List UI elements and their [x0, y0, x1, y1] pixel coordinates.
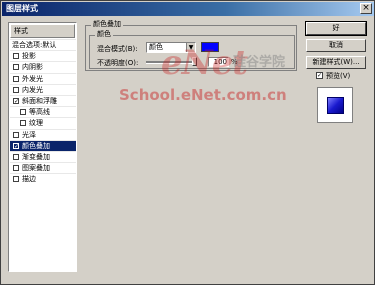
- style-list-item[interactable]: 图案叠加: [10, 162, 76, 173]
- style-list: 样式 混合选项:默认 投影内阴影外发光 内发光 ✓ 斜面和浮雕 等高线纹理光泽 ✓ 颜色叠加渐…: [8, 22, 77, 272]
- style-list-item[interactable]: 混合选项:默认: [10, 39, 76, 50]
- style-list-item[interactable]: ✓ 颜色叠加: [10, 140, 76, 151]
- opacity-label: 不透明度(O):: [97, 59, 139, 67]
- new-style-button[interactable]: 新建样式(W)...: [306, 56, 366, 69]
- preview-thumbnail: [317, 87, 353, 123]
- style-list-header[interactable]: 样式: [10, 24, 75, 38]
- close-button[interactable]: ×: [360, 3, 372, 14]
- style-checkbox[interactable]: [13, 76, 19, 82]
- style-list-item[interactable]: 描边: [10, 173, 76, 184]
- preview-check-icon: ✓: [317, 72, 323, 79]
- style-checkbox[interactable]: [13, 53, 19, 59]
- style-checkbox[interactable]: ✓: [13, 98, 20, 105]
- watermark-url: School.eNet.com.cn: [119, 86, 287, 104]
- style-checkbox[interactable]: [13, 154, 19, 160]
- layer-style-dialog: 图层样式 × 样式 混合选项:默认 投影内阴影外发光 内发光 ✓ 斜面和浮雕 等高线纹理光…: [0, 0, 375, 285]
- check-icon: ✓: [14, 98, 20, 105]
- ok-button[interactable]: 好: [305, 21, 367, 36]
- style-checkbox[interactable]: [20, 109, 26, 115]
- style-list-item[interactable]: 渐变叠加: [10, 151, 76, 162]
- style-checkbox[interactable]: [13, 87, 19, 93]
- style-list-item[interactable]: 外发光: [10, 73, 76, 84]
- watermark-cn: 硅谷学院: [233, 55, 286, 70]
- style-checkbox[interactable]: [13, 64, 19, 70]
- color-overlay-group-title: 颜色叠加: [91, 19, 123, 29]
- blend-mode-label: 混合模式(B):: [97, 45, 138, 53]
- style-checkbox[interactable]: [13, 165, 19, 171]
- style-list-item-label: 纹理: [29, 119, 43, 127]
- preview-square-icon: [327, 97, 344, 114]
- style-list-item[interactable]: 内阴影: [10, 61, 76, 72]
- style-checkbox[interactable]: [13, 132, 19, 138]
- style-checkbox[interactable]: [13, 176, 19, 182]
- style-list-item[interactable]: 内发光: [10, 84, 76, 95]
- style-list-item[interactable]: 等高线: [10, 106, 76, 117]
- style-list-item[interactable]: 光泽: [10, 129, 76, 140]
- style-list-item-label: 描边: [22, 175, 36, 183]
- style-list-item[interactable]: 投影: [10, 50, 76, 61]
- style-list-item[interactable]: ✓ 斜面和浮雕: [10, 95, 76, 106]
- window-title: 图层样式: [6, 4, 38, 13]
- style-checkbox[interactable]: [20, 120, 26, 126]
- style-checkbox[interactable]: ✓: [13, 143, 20, 150]
- preview-label: 预览(V): [326, 72, 351, 80]
- check-icon: ✓: [14, 143, 20, 150]
- close-icon: ×: [362, 3, 370, 13]
- style-list-item-label: 内阴影: [22, 63, 43, 71]
- color-subgroup-title: 颜色: [95, 29, 113, 39]
- style-list-item[interactable]: 纹理: [10, 117, 76, 128]
- title-bar[interactable]: 图层样式 ×: [2, 2, 374, 16]
- preview-checkbox[interactable]: ✓: [316, 72, 323, 79]
- cancel-button[interactable]: 取消: [306, 39, 366, 52]
